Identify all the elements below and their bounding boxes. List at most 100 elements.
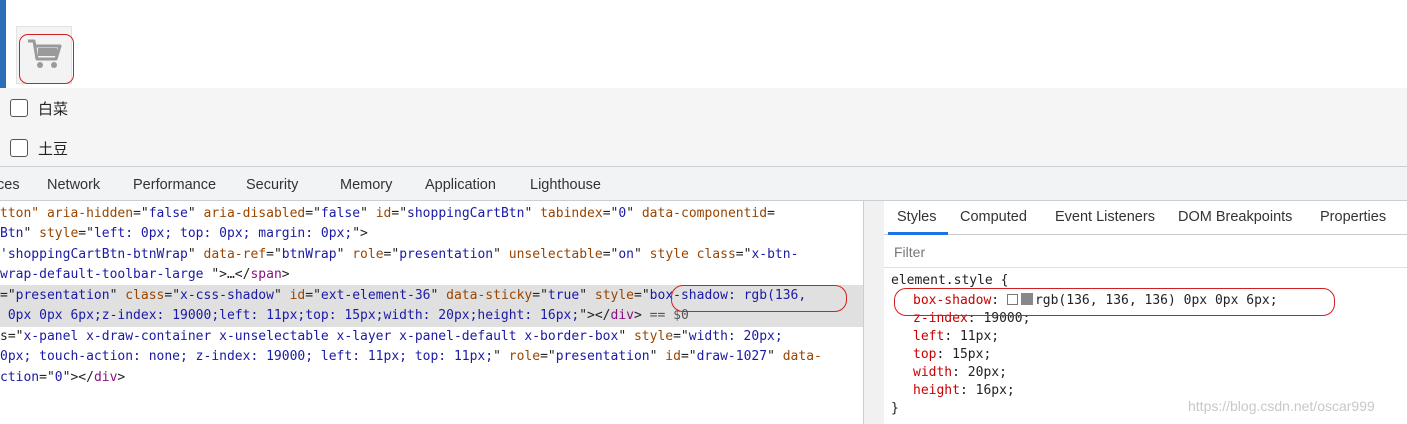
dom-token: div: [610, 308, 634, 323]
dom-line[interactable]: s="x-panel x-draw-container x-unselectab…: [0, 329, 783, 345]
filter-input[interactable]: [884, 236, 1407, 268]
filter-bar: [884, 236, 1407, 268]
dom-token: =": [540, 349, 556, 364]
dom-token: =": [673, 329, 689, 344]
dom-token: =": [305, 288, 321, 303]
dom-token: [39, 206, 47, 221]
dom-token: x-btn-: [751, 247, 799, 262]
dom-token: =": [602, 206, 619, 221]
dom-line[interactable]: wrap-default-toolbar-large ">…</span>: [0, 267, 290, 283]
dom-token: presentation: [399, 247, 494, 262]
dom-token: =": [383, 247, 400, 262]
dom-token: id: [289, 288, 306, 303]
dom-token: 0: [54, 370, 63, 385]
dom-token: style: [633, 329, 674, 344]
dom-token: ">: [352, 226, 368, 241]
checkbox-label: 土豆: [38, 139, 69, 158]
checkbox-label: 白菜: [38, 99, 69, 118]
list-item[interactable]: 土豆: [10, 137, 68, 159]
dom-token: ": [430, 288, 447, 303]
dom-token: presentation: [555, 349, 650, 364]
tab-performance[interactable]: Performance: [133, 177, 216, 193]
tab-security[interactable]: Security: [246, 177, 298, 193]
dom-token: ": [360, 206, 376, 221]
tab-network[interactable]: Network: [47, 177, 100, 193]
dom-token: >: [633, 308, 650, 323]
tab-properties[interactable]: Properties: [1320, 209, 1386, 225]
dom-token: id: [665, 349, 681, 364]
tab-event-listeners[interactable]: Event Listeners: [1055, 209, 1155, 225]
dom-token: role: [508, 349, 541, 364]
dom-token: data-ref: [203, 247, 267, 262]
rule-close-brace: }: [891, 401, 899, 416]
dom-token: ": [493, 247, 509, 262]
dom-token: ": [336, 247, 353, 262]
css-colon: :: [959, 383, 976, 398]
dom-line[interactable]: 0px; touch-action: none; z-index: 19000;…: [0, 349, 822, 365]
elements-panel[interactable]: tton" aria-hidden="false" aria-disabled=…: [0, 201, 864, 424]
dom-token: 'shoppingCartBtn-btnWrap: [0, 247, 188, 262]
dom-token: =": [634, 288, 650, 303]
elements-scrollbar[interactable]: [864, 201, 884, 424]
css-value[interactable]: 16px;: [976, 383, 1015, 398]
dom-token: ": [626, 206, 642, 221]
dom-token: data-: [782, 349, 822, 364]
tab-sources[interactable]: ces: [0, 177, 20, 193]
tab-computed[interactable]: Computed: [960, 209, 1027, 225]
dom-token: ": [273, 288, 290, 303]
css-declaration[interactable]: top: 15px;: [913, 347, 991, 363]
dom-token: left: 0px; top: 0px; margin: 0px;: [93, 226, 353, 241]
dom-token: ": [767, 349, 783, 364]
tab-styles[interactable]: Styles: [897, 209, 937, 225]
vegetable-list: 白菜 土豆: [0, 88, 1407, 166]
dom-token: >: [281, 267, 290, 282]
active-tab-indicator: [888, 232, 948, 235]
dom-token: =": [266, 247, 282, 262]
css-value[interactable]: 11px;: [960, 329, 999, 344]
css-property[interactable]: left: [913, 329, 944, 344]
dom-line[interactable]: ction="0"></div>: [0, 370, 125, 386]
dom-token: div: [93, 370, 118, 385]
dom-token: 0px; touch-action: none; z-index: 19000;…: [0, 349, 494, 364]
css-colon: :: [952, 365, 968, 380]
tab-dom-breakpoints[interactable]: DOM Breakpoints: [1178, 209, 1292, 225]
dom-token: ": [187, 247, 204, 262]
inspected-page: 白菜 土豆: [0, 0, 1407, 166]
css-value[interactable]: 20px;: [968, 365, 1007, 380]
dom-token: ": [634, 247, 650, 262]
tab-lighthouse[interactable]: Lighthouse: [530, 177, 601, 193]
watermark: https://blog.csdn.net/oscar999: [1188, 398, 1375, 414]
dom-token: ext-element-36: [320, 288, 431, 303]
page-toolbar: [0, 0, 1407, 88]
dom-token: s=": [0, 329, 24, 344]
dom-token: =": [164, 288, 181, 303]
dom-line[interactable]: tton" aria-hidden="false" aria-disabled=…: [0, 206, 775, 222]
dom-token: x-css-shadow: [180, 288, 274, 303]
dom-line[interactable]: 0px 0px 6px;z-index: 19000;left: 11px;to…: [0, 308, 689, 324]
dom-line[interactable]: Btn" style="left: 0px; top: 0px; margin:…: [0, 226, 368, 242]
css-declaration[interactable]: left: 11px;: [913, 329, 999, 345]
checkbox[interactable]: [10, 99, 28, 117]
dom-token: Btn: [0, 226, 24, 241]
dom-token: =": [78, 226, 94, 241]
css-property[interactable]: width: [913, 365, 952, 380]
css-declaration[interactable]: width: 20px;: [913, 365, 1007, 381]
dom-token: unselectable: [508, 247, 603, 262]
dom-token: style: [594, 288, 635, 303]
tab-application[interactable]: Application: [425, 177, 496, 193]
css-property[interactable]: top: [913, 347, 936, 362]
list-item[interactable]: 白菜: [10, 97, 68, 119]
checkbox[interactable]: [10, 139, 28, 157]
css-declaration[interactable]: height: 16px;: [913, 383, 1015, 399]
tab-memory[interactable]: Memory: [340, 177, 392, 193]
dom-token: tabindex: [540, 206, 603, 221]
dom-line[interactable]: 'shoppingCartBtn-btnWrap" data-ref="btnW…: [0, 247, 798, 263]
dom-token: ": [493, 349, 509, 364]
css-value[interactable]: 15px;: [952, 347, 991, 362]
dom-token: =": [680, 349, 697, 364]
dom-token: >: [117, 370, 126, 385]
dom-token: width: 20px;: [688, 329, 783, 344]
dom-token: ": [618, 329, 634, 344]
css-property[interactable]: height: [913, 383, 960, 398]
dom-token: draw-1027: [696, 349, 768, 364]
